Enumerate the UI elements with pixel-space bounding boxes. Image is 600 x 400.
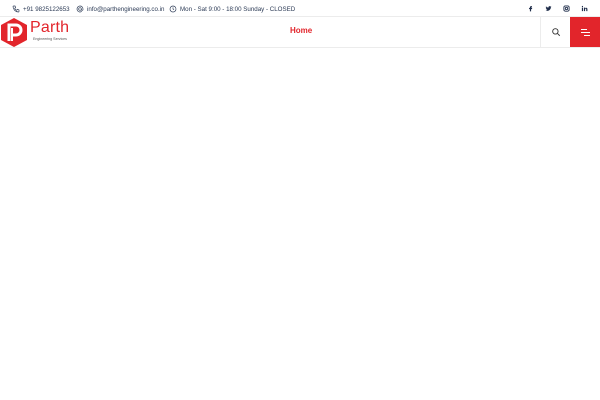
business-hours: Mon - Sat 9:00 - 18:00 Sunday - CLOSED	[180, 5, 296, 13]
logo-hexagon-icon	[1, 18, 27, 47]
nav-home-link[interactable]: Home	[290, 26, 312, 35]
search-button[interactable]	[540, 17, 570, 47]
page-content-area	[0, 48, 600, 400]
instagram-link[interactable]	[561, 3, 571, 13]
top-info-bar: +91 9825122653 info@parthengineering.co.…	[0, 0, 600, 17]
brand-tagline: Engineering Services	[33, 37, 67, 41]
search-icon	[551, 28, 560, 37]
instagram-icon	[562, 4, 570, 12]
site-logo[interactable]: Parth Engineering Services	[0, 18, 80, 47]
twitter-icon	[545, 5, 551, 11]
at-icon	[76, 5, 84, 13]
phone-info[interactable]: +91 9825122653	[12, 3, 70, 15]
twitter-link[interactable]	[543, 3, 553, 13]
email-info[interactable]: info@parthengineering.co.in	[76, 3, 165, 15]
linkedin-link[interactable]	[579, 3, 589, 13]
clock-icon	[169, 5, 177, 13]
linkedin-icon	[581, 5, 587, 11]
brand-name: Parth	[30, 19, 70, 36]
hours-info: Mon - Sat 9:00 - 18:00 Sunday - CLOSED	[169, 3, 295, 15]
facebook-link[interactable]	[525, 3, 535, 13]
phone-number: +91 9825122653	[23, 5, 70, 13]
site-header: Parth Engineering Services Home	[0, 17, 600, 48]
hamburger-menu-icon	[580, 28, 590, 36]
facebook-icon	[528, 5, 532, 11]
email-address: info@parthengineering.co.in	[87, 5, 165, 13]
phone-icon	[12, 5, 20, 13]
menu-toggle-button[interactable]	[570, 17, 600, 47]
